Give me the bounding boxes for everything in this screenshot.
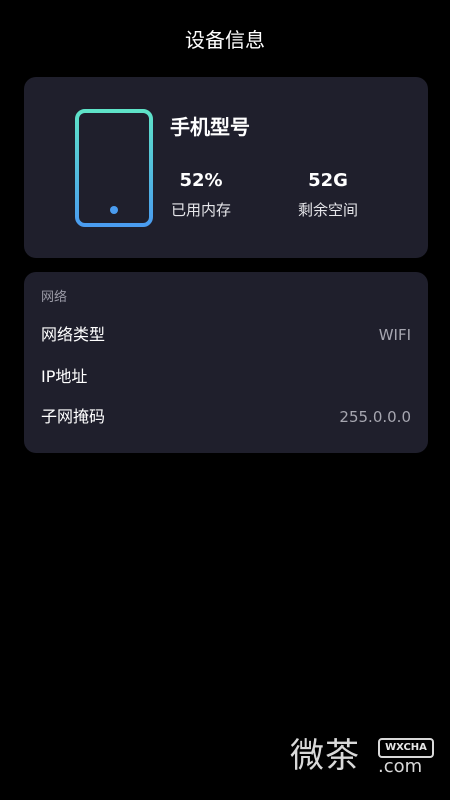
network-card: 网络 网络类型 WIFI IP地址 子网掩码 255.0.0.0 — [24, 272, 428, 453]
watermark-badge: WXCHA — [378, 738, 434, 758]
page-title: 设备信息 — [185, 28, 265, 52]
network-type-row: 网络类型 WIFI — [41, 323, 411, 347]
network-type-label: 网络类型 — [41, 325, 106, 344]
subnet-mask-value: 255.0.0.0 — [339, 408, 411, 426]
watermark-domain: .com — [378, 756, 423, 777]
ip-address-row: IP地址 — [41, 365, 411, 389]
free-space-label: 剩余空间 — [297, 201, 358, 219]
subnet-mask-row: 子网掩码 255.0.0.0 — [41, 405, 411, 429]
used-memory-value: 52% — [179, 170, 223, 191]
device-info-screen: 设备信息 手机型号 52% 已用内存 52G 剩余空间 网络 网络类型 WIFI… — [0, 0, 450, 800]
ip-address-label: IP地址 — [41, 367, 88, 386]
network-type-value: WIFI — [378, 326, 411, 344]
subnet-mask-label: 子网掩码 — [41, 407, 106, 426]
free-space-value: 52G — [308, 170, 348, 191]
used-memory-label: 已用内存 — [170, 201, 231, 219]
phone-icon — [75, 109, 153, 227]
network-section-label: 网络 — [41, 290, 68, 305]
used-memory-stat: 52% 已用内存 — [156, 169, 246, 220]
phone-model-title: 手机型号 — [170, 115, 250, 139]
device-card: 手机型号 52% 已用内存 52G 剩余空间 — [24, 77, 428, 258]
free-space-stat: 52G 剩余空间 — [283, 169, 373, 220]
watermark-logo: 微茶 WXCHA .com — [290, 736, 440, 780]
watermark-brand: 微茶 — [290, 736, 360, 776]
